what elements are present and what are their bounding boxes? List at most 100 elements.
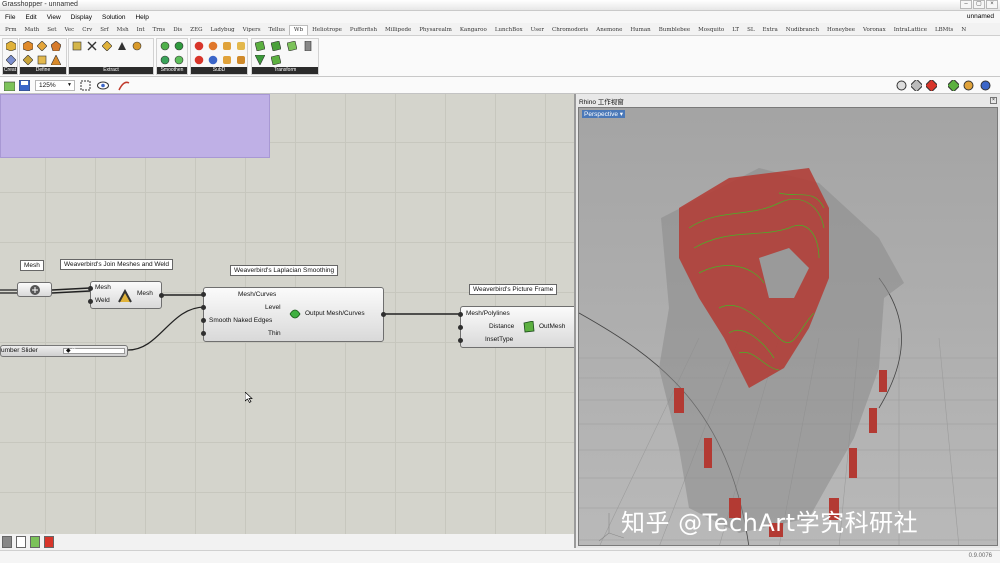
tab-sl[interactable]: SL <box>743 27 758 35</box>
tab-pufferfish[interactable]: Pufferfish <box>346 27 381 35</box>
subd-b-icon[interactable] <box>235 40 247 52</box>
subd-e-icon[interactable] <box>235 54 247 66</box>
laplacian-smoothing-component[interactable]: Mesh/Curves Level Smooth Naked Edges Thi… <box>203 287 384 342</box>
bake-icon[interactable] <box>963 80 974 93</box>
menu-view[interactable]: View <box>42 14 66 21</box>
preview-toggle-icon[interactable] <box>2 536 12 548</box>
tab-lunchbox[interactable]: LunchBox <box>491 27 527 35</box>
viewport-tab-perspective[interactable]: Perspective ▾ <box>582 110 626 118</box>
tab-set[interactable]: Set <box>43 27 60 35</box>
drop-green-icon[interactable] <box>173 40 185 52</box>
tab-n[interactable]: N <box>957 27 970 35</box>
tab-kangaroo[interactable]: Kangaroo <box>456 27 491 35</box>
cross-icon[interactable] <box>22 54 34 66</box>
subd-a-icon[interactable] <box>221 40 233 52</box>
tab-extra[interactable]: Extra <box>759 27 782 35</box>
tab-vec[interactable]: Vec <box>60 27 78 35</box>
extract-e-icon[interactable] <box>131 40 143 52</box>
preview-selected-icon[interactable] <box>924 78 939 93</box>
tab-physarealm[interactable]: Physarealm <box>415 27 456 35</box>
tab-millipede[interactable]: Millipede <box>381 27 415 35</box>
port[interactable] <box>458 325 463 330</box>
number-slider[interactable]: umber Slider ◆ 2 <box>0 345 128 357</box>
picture-frame-component[interactable]: Mesh/Polylines Distance InsetType OutMes… <box>460 306 574 348</box>
frame-b-icon[interactable] <box>270 40 282 52</box>
port[interactable] <box>458 338 463 343</box>
mesh-param[interactable] <box>17 282 52 297</box>
eye-icon[interactable] <box>97 81 109 92</box>
port[interactable] <box>201 305 206 310</box>
port[interactable] <box>88 299 93 304</box>
preview-wire-icon[interactable] <box>896 80 907 93</box>
drop-icon[interactable] <box>159 40 171 52</box>
zoom-extents-icon[interactable] <box>80 80 91 93</box>
tab-zeg[interactable]: ZEG <box>186 27 206 35</box>
tab-heliotrope[interactable]: Heliotrope <box>308 27 346 35</box>
sphere-icon[interactable] <box>980 80 991 93</box>
viewport-close-icon[interactable]: × <box>990 97 997 104</box>
port[interactable] <box>159 293 164 298</box>
slider-grip-icon[interactable]: ◆ <box>66 347 71 354</box>
tab-mosquito[interactable]: Mosquito <box>694 27 728 35</box>
subd-c-icon[interactable] <box>207 54 219 66</box>
tab-wb[interactable]: Wb <box>288 25 309 35</box>
tab-bumblebee[interactable]: Bumblebee <box>655 27 694 35</box>
tab-math[interactable]: Math <box>21 27 44 35</box>
save-file-icon[interactable] <box>18 79 31 93</box>
sphere-red-icon[interactable] <box>193 40 205 52</box>
minimize-button[interactable]: – <box>960 0 972 9</box>
definition-canvas[interactable]: Mesh Weaverbird's Join Meshes and Weld M… <box>0 94 574 534</box>
sphere-orange-icon[interactable] <box>207 40 219 52</box>
maximize-button[interactable]: ▢ <box>973 0 985 9</box>
port[interactable] <box>458 312 463 317</box>
tab-intralattice[interactable]: IntraLattice <box>890 27 931 35</box>
menu-edit[interactable]: Edit <box>20 14 41 21</box>
subd-d-icon[interactable] <box>221 54 233 66</box>
close-button[interactable]: × <box>986 0 998 9</box>
tab-dis[interactable]: Dis <box>169 27 186 35</box>
tab-int[interactable]: Int <box>133 27 149 35</box>
disable-solver-icon[interactable] <box>44 536 54 548</box>
port[interactable] <box>88 286 93 291</box>
tab-voronax[interactable]: Voronax <box>859 27 890 35</box>
zoom-select[interactable]: 125% ▼ <box>35 80 75 91</box>
tab-human[interactable]: Human <box>626 27 654 35</box>
sphere-blue-icon[interactable] <box>193 54 205 66</box>
octahedron-icon[interactable] <box>5 54 17 66</box>
display-mode-icon[interactable] <box>946 78 961 93</box>
tab-ladybug[interactable]: Ladybug <box>207 27 239 35</box>
dodeca-icon[interactable] <box>50 40 62 52</box>
drop-teal-icon[interactable] <box>173 54 185 66</box>
extract-a-icon[interactable] <box>71 40 83 52</box>
frame-f-icon[interactable] <box>270 54 282 66</box>
tab-crv[interactable]: Crv <box>78 27 96 35</box>
download-icon[interactable] <box>16 536 26 548</box>
preview-shaded-icon[interactable] <box>909 78 924 93</box>
diamond-icon[interactable] <box>36 40 48 52</box>
tab-srf[interactable]: Srf <box>96 27 112 35</box>
tab-trns[interactable]: Trns <box>149 27 170 35</box>
menu-help[interactable]: Help <box>130 14 153 21</box>
tab-nudibranch[interactable]: Nudibranch <box>782 27 823 35</box>
cube-icon[interactable] <box>5 40 17 52</box>
frame-e-icon[interactable] <box>254 54 266 66</box>
port[interactable] <box>381 312 386 317</box>
box-icon[interactable] <box>22 40 34 52</box>
wire-box-icon[interactable] <box>36 54 48 66</box>
drop-blue-icon[interactable] <box>159 54 171 66</box>
perspective-viewport[interactable]: Perspective ▾ <box>578 107 998 546</box>
tab-msh[interactable]: Msh <box>113 27 133 35</box>
menu-solution[interactable]: Solution <box>97 14 131 21</box>
tab-honeybee[interactable]: Honeybee <box>823 27 859 35</box>
tab-anemone[interactable]: Anemone <box>592 27 626 35</box>
tab-lt[interactable]: LT <box>728 27 743 35</box>
join-meshes-component[interactable]: Mesh Weld Mesh <box>90 281 162 309</box>
frame-c-icon[interactable] <box>286 40 298 52</box>
tab-tellus[interactable]: Tellus <box>265 27 289 35</box>
tab-chromodoris[interactable]: Chromodoris <box>548 27 592 35</box>
menu-file[interactable]: File <box>0 14 20 21</box>
extract-d-icon[interactable] <box>116 40 128 52</box>
sketch-icon[interactable] <box>118 80 130 93</box>
frame-d-icon[interactable] <box>302 40 314 52</box>
tab-user[interactable]: User <box>527 27 548 35</box>
